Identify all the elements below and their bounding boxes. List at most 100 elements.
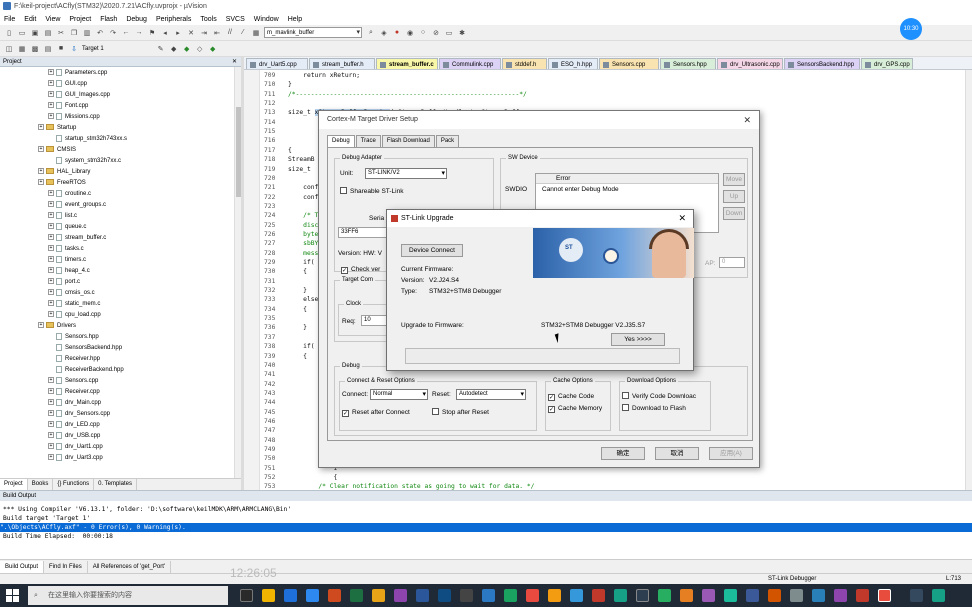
download-icon[interactable]: ⇩	[69, 44, 79, 54]
close-pane-icon[interactable]: ✕	[232, 57, 237, 67]
breakpoint-disable-icon[interactable]: ○	[418, 28, 428, 38]
expand-icon[interactable]: +	[38, 322, 44, 329]
tree-item[interactable]: + croutine.c	[48, 189, 91, 200]
find-combo[interactable]: m_mavlink_buffer	[264, 27, 362, 38]
expand-icon[interactable]: +	[48, 421, 54, 428]
shareable-stlink-checkbox[interactable]: Shareable ST-Link	[340, 187, 403, 196]
new-file-icon[interactable]: ▯	[4, 28, 14, 38]
keil-uvision-icon[interactable]	[878, 589, 891, 602]
build-output-line[interactable]: Build target 'Target 1'	[3, 514, 90, 523]
tree-item[interactable]: + drv_USB.cpp	[48, 431, 100, 442]
tree-item[interactable]: + cmsis_os.c	[48, 288, 95, 299]
build-output-line[interactable]: Build Time Elapsed: 00:00:18	[3, 532, 113, 541]
expand-icon[interactable]: +	[48, 234, 54, 241]
ap-field[interactable]: 0	[719, 257, 745, 268]
tree-item[interactable]: + drv_Main.cpp	[48, 398, 101, 409]
project-scrollbar[interactable]	[234, 67, 241, 478]
editor-tab[interactable]: ESO_h.hpp	[548, 58, 598, 69]
expand-icon[interactable]: +	[48, 278, 54, 285]
target-select[interactable]: Target 1	[82, 46, 104, 52]
edge-browser-icon[interactable]	[284, 589, 297, 602]
expand-icon[interactable]: +	[38, 146, 44, 153]
tree-item[interactable]: SensorsBackend.hpp	[56, 343, 122, 354]
debug-start-icon[interactable]: ●	[392, 28, 402, 38]
indent-icon[interactable]: ⇥	[199, 28, 209, 38]
move-button[interactable]: Move	[723, 173, 745, 186]
tree-item[interactable]: + Font.cpp	[48, 101, 88, 112]
dialog-tab[interactable]: Pack	[435, 135, 460, 147]
nav-forward-icon[interactable]: →	[134, 28, 144, 38]
paste-icon[interactable]: ▥	[82, 28, 92, 38]
tree-item[interactable]: + GUI.cpp	[48, 79, 87, 90]
breakpoint-icon[interactable]: ◉	[405, 28, 415, 38]
terminal-icon[interactable]	[460, 589, 473, 602]
batch-build-icon[interactable]: ▤	[43, 44, 53, 54]
uncomment-icon[interactable]: ⁄	[238, 28, 248, 38]
editor-tab[interactable]: stream_buffer.c	[376, 58, 438, 69]
editor-scrollbar[interactable]	[965, 70, 972, 490]
expand-icon[interactable]: +	[48, 311, 54, 318]
tree-item[interactable]: + HAL_Library	[38, 167, 90, 178]
expand-icon[interactable]: +	[48, 443, 54, 450]
editor-tab[interactable]: stddef.h	[502, 58, 547, 69]
tree-item[interactable]: + port.c	[48, 277, 80, 288]
video-icon[interactable]	[526, 589, 539, 602]
tree-item[interactable]: + stream_buffer.c	[48, 233, 106, 244]
tree-item[interactable]: + timers.c	[48, 255, 86, 266]
media-icon[interactable]	[372, 589, 385, 602]
excel-icon[interactable]	[350, 589, 363, 602]
menu-file[interactable]: File	[4, 16, 15, 23]
save-all-icon[interactable]: ▤	[43, 28, 53, 38]
output-tab[interactable]: All References of 'get_Port'	[88, 560, 172, 573]
stop-after-reset-checkbox[interactable]: Stop after Reset	[432, 408, 489, 417]
menu-peripherals[interactable]: Peripherals	[156, 16, 191, 23]
tree-item[interactable]: + FreeRTOS	[38, 178, 86, 189]
manage-project-icon[interactable]: ◆	[169, 44, 179, 54]
app-green2-icon[interactable]	[932, 589, 945, 602]
expand-icon[interactable]: +	[48, 201, 54, 208]
app-gray-icon[interactable]	[790, 589, 803, 602]
editor-tab[interactable]: Commulink.cpp	[439, 58, 501, 69]
cancel-button[interactable]: 取消	[655, 447, 699, 460]
app-green-icon[interactable]	[658, 589, 671, 602]
expand-icon[interactable]: +	[48, 212, 54, 219]
output-tab[interactable]: Find In Files	[44, 560, 88, 573]
window-layout-icon[interactable]: ▭	[444, 28, 454, 38]
up-button[interactable]: Up	[723, 190, 745, 203]
app-amber-icon[interactable]	[768, 589, 781, 602]
tree-item[interactable]: startup_stm32h743xx.s	[56, 134, 127, 145]
expand-icon[interactable]: +	[48, 190, 54, 197]
app-orange-icon[interactable]	[680, 589, 693, 602]
expand-icon[interactable]: +	[48, 91, 54, 98]
apply-button[interactable]: 应用(A)	[709, 447, 753, 460]
expand-icon[interactable]: +	[48, 300, 54, 307]
build-output-line[interactable]: *** Using Compiler 'V6.13.1', folder: 'D…	[3, 505, 291, 514]
select-packs-icon[interactable]: ◇	[195, 44, 205, 54]
onenote-icon[interactable]	[394, 589, 407, 602]
qq-icon[interactable]	[570, 589, 583, 602]
editor-tab[interactable]: SensorsBackend.hpp	[784, 58, 860, 69]
cache-code-checkbox[interactable]: ✓ Cache Code	[548, 392, 594, 401]
pane-tab[interactable]: Books	[28, 479, 54, 490]
tree-item[interactable]: + heap_4.c	[48, 266, 90, 277]
tree-item[interactable]: + GUI_Images.cpp	[48, 90, 110, 101]
output-tab[interactable]: Build Output	[0, 560, 45, 573]
store-icon[interactable]	[306, 589, 319, 602]
vscode-icon[interactable]	[438, 589, 451, 602]
close-icon[interactable]: ✕	[678, 210, 686, 227]
ok-button[interactable]: 确定	[601, 447, 645, 460]
code-line[interactable]: 753 /* Clear notification state as going…	[264, 482, 534, 490]
expand-icon[interactable]: +	[48, 454, 54, 461]
yes-upgrade-button[interactable]: Yes >>>>	[611, 333, 665, 346]
reset-select[interactable]: Autodetect	[456, 389, 526, 400]
expand-icon[interactable]: +	[48, 377, 54, 384]
tree-item[interactable]: + Parameters.cpp	[48, 68, 107, 79]
pane-tab[interactable]: 0. Templates	[94, 479, 137, 490]
tree-item[interactable]: + static_mem.c	[48, 299, 100, 310]
cache-memory-checkbox[interactable]: ✓ Cache Memory	[548, 404, 602, 413]
powerpoint-icon[interactable]	[328, 589, 341, 602]
pane-tab[interactable]: Project	[0, 479, 28, 490]
menu-help[interactable]: Help	[288, 16, 302, 23]
tree-item[interactable]: + CMSIS	[38, 145, 76, 156]
tree-item[interactable]: + Missions.cpp	[48, 112, 100, 123]
